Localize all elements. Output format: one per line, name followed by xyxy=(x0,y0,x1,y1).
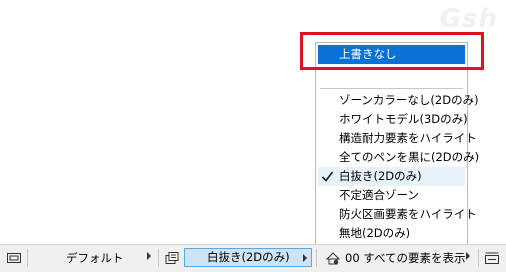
checkmark-icon xyxy=(321,171,334,182)
chevron-right-icon xyxy=(303,254,307,262)
view-window-icon[interactable] xyxy=(6,250,22,266)
pen-set-selector[interactable]: デフォルト xyxy=(28,248,154,268)
menu-item-highlight-structural[interactable]: 構造耐力要素をハイライト xyxy=(318,129,477,148)
menu-item-label: ゾーンカラーなし(2Dのみ) xyxy=(339,93,479,107)
menu-item-label: 全てのペンを黒に(2Dのみ) xyxy=(339,150,480,164)
menu-item-label: 無地(2Dのみ) xyxy=(339,226,411,240)
annotation-highlight-box xyxy=(300,32,484,70)
menu-item-label: 防火区画要素をハイライト xyxy=(339,207,477,221)
graphic-override-selector[interactable]: 白抜き(2Dのみ) xyxy=(184,248,312,267)
watermark-logo: Gsh xyxy=(439,4,498,34)
status-divider xyxy=(316,249,317,267)
pen-set-label: デフォルト xyxy=(66,251,124,265)
menu-item-label: 構造耐力要素をハイライト xyxy=(339,131,477,145)
chevron-right-icon[interactable] xyxy=(466,252,470,260)
menu-item-undefined-zone[interactable]: 不定適合ゾーン xyxy=(318,186,465,205)
status-bar: デフォルト 白抜き(2Dのみ) 00 すべての要素を表示 xyxy=(0,244,506,272)
status-divider xyxy=(158,249,159,267)
menu-separator xyxy=(320,88,463,89)
graphic-override-label: 白抜き(2Dのみ) xyxy=(207,250,290,264)
graphic-override-icon[interactable] xyxy=(164,250,180,266)
status-divider xyxy=(478,249,479,267)
menu-item-highlight-fire-compartment[interactable]: 防火区画要素をハイライト xyxy=(318,205,477,224)
menu-item-label: ホワイトモデル(3Dのみ) xyxy=(339,112,468,126)
layer-settings-icon[interactable] xyxy=(484,250,500,266)
renovation-filter-label: 00 すべての要素を表示 xyxy=(345,251,466,265)
menu-item-no-zone-color[interactable]: ゾーンカラーなし(2Dのみ) xyxy=(318,91,479,110)
menu-item-white-model[interactable]: ホワイトモデル(3Dのみ) xyxy=(318,110,468,129)
menu-item-plain[interactable]: 無地(2Dのみ) xyxy=(318,224,465,243)
renovation-filter-icon xyxy=(325,252,341,265)
graphic-override-dropdown-menu: 上書きなし ゾーンカラーなし(2Dのみ) ホワイトモデル(3Dのみ) 構造耐力要… xyxy=(315,42,479,245)
menu-item-label: 白抜き(2Dのみ) xyxy=(339,169,422,183)
menu-item-white-fill[interactable]: 白抜き(2Dのみ) xyxy=(318,167,465,186)
renovation-filter-selector[interactable]: 00 すべての要素を表示 xyxy=(321,248,471,268)
menu-item-all-pens-black[interactable]: 全てのペンを黒に(2Dのみ) xyxy=(318,148,479,167)
menu-item-label: 不定適合ゾーン xyxy=(339,188,419,202)
chevron-right-icon[interactable] xyxy=(147,252,151,260)
